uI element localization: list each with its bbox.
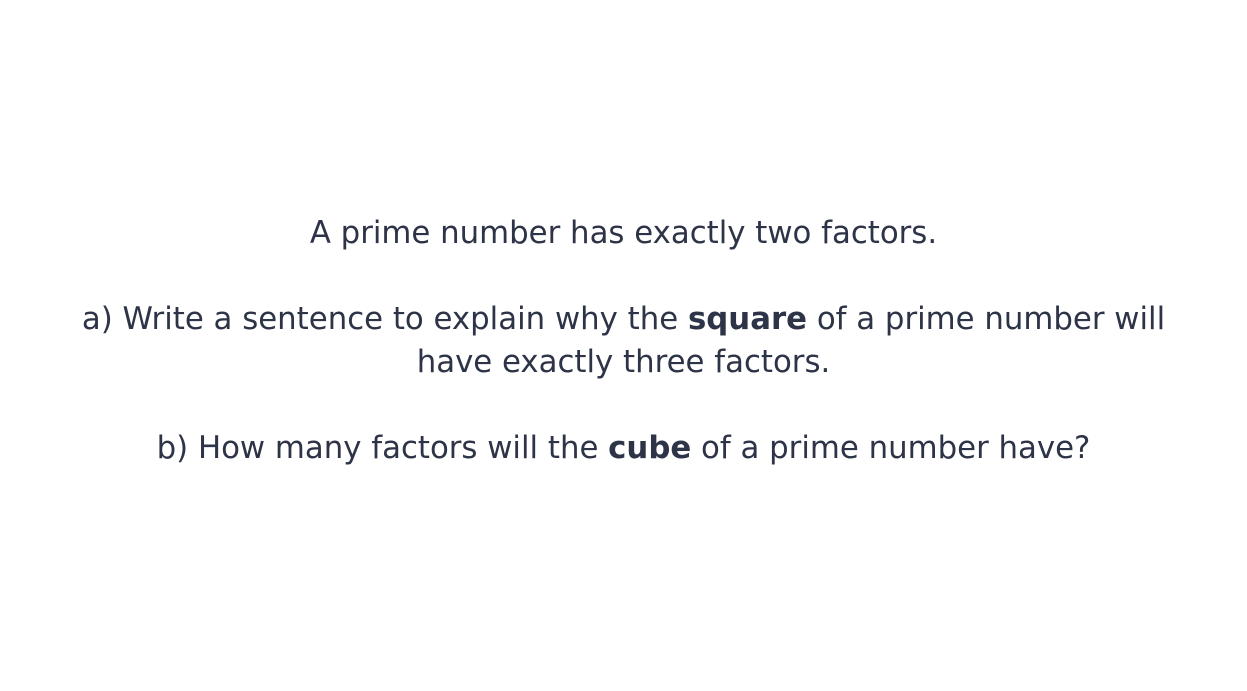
intro-line: A prime number has exactly two factors. xyxy=(309,215,938,251)
question-b-text-start: b) How many factors will the xyxy=(156,430,609,466)
slide: A prime number has exactly two factors. … xyxy=(0,0,1247,691)
question-a: a) Write a sentence to explain why the s… xyxy=(0,298,1247,384)
question-a-text-start: a) Write a sentence to explain why the xyxy=(81,301,688,337)
question-a-line-1: a) Write a sentence to explain why the s… xyxy=(0,298,1247,341)
question-b-line: b) How many factors will the cube of a p… xyxy=(0,427,1247,470)
question-b: b) How many factors will the cube of a p… xyxy=(0,427,1247,470)
question-a-text-end: of a prime number will xyxy=(807,301,1166,337)
question-b-emphasis: cube xyxy=(608,430,692,466)
question-b-text-end: of a prime number have? xyxy=(691,430,1091,466)
question-a-emphasis: square xyxy=(687,301,808,337)
question-a-line-2: have exactly three factors. xyxy=(416,344,831,380)
intro-text: A prime number has exactly two factors. xyxy=(0,212,1247,255)
